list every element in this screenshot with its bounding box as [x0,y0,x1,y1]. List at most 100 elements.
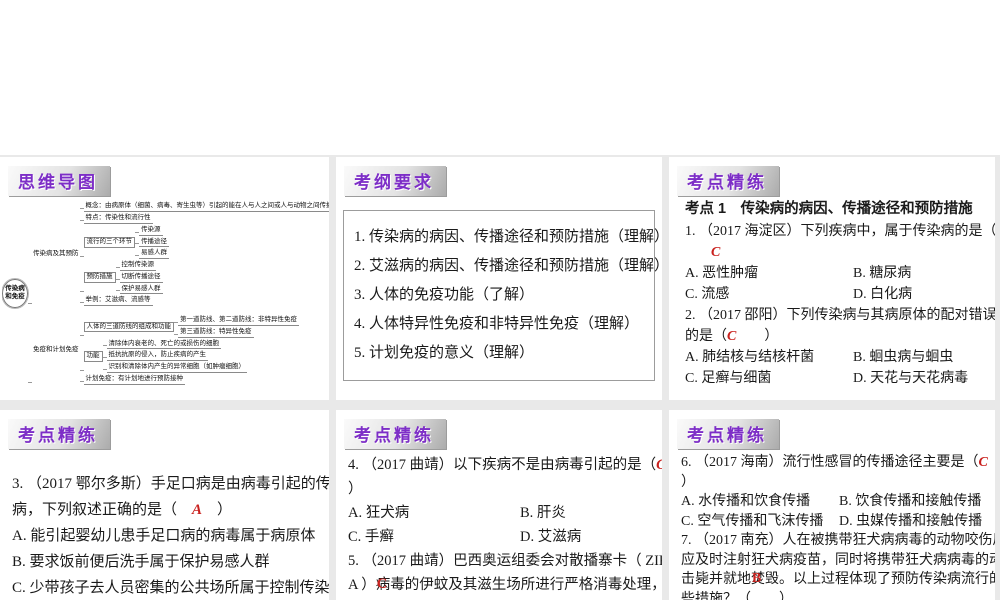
answer-overlap-q5: 病C [376,573,391,597]
question-6-pre: 6. （2017 海南）流行性感冒的传播途径主要是（ [681,455,979,470]
question-2-options-ab: A. 肺结核与结核杆菌 B. 蛔虫病与蛔虫 [685,347,989,368]
mindmap-subtree-prevention: 预防措施 控制传染源 切断传播途径 保护易感人群 [79,261,163,295]
answer-mark-q6: C [978,455,988,470]
syllabus-item-1: 1. 传染病的病因、传播途径和预防措施（理解） [354,229,662,245]
question-3-text-line2: 病，下列叙述正确的是（ A ） [12,497,323,523]
answer-overlap-q7: 焚B [751,570,765,590]
mindmap-node: 控制传染源 [115,261,156,271]
mindmap-node: 第三道防线：特异性免疫 [174,328,254,338]
question-5-pre: A ） [348,577,376,593]
question-7-post: 毁。以上过程体现了预防传染病流行的哪 [765,572,995,587]
answer-mark-q5: C [376,576,388,592]
question-5-text-line2: A ）病C毒的伊蚊及其滋生场所进行严格消毒处理，此措 [348,573,662,597]
question-2-pre: 的是（ [685,329,727,344]
panel-title-practice: 考点精练 [677,419,779,449]
question-6-options-cd: C. 空气传播和飞沫传播 D. 虫媒传播和接触传播 [681,512,989,532]
option-d: D. 虫媒传播和接触传播 [839,513,983,529]
question-6-text-line2: ） [681,474,695,490]
slides-preview-page: 思维导图 传染病和免疫 传染病及其预防 概念：由病原体（细菌、病毒、寄生虫等）引… [0,0,1000,600]
slide-panel-practice-2[interactable]: 考点精练 3. （2017 鄂尔多斯）手足口病是由病毒引起的传染 病，下列叙述正… [0,410,329,600]
option-a: A. 水传播和饮食传播 [681,494,811,509]
option-a: A. 肺结核与结核杆菌 [685,350,815,365]
mindmap-diagram: 传染病和免疫 传染病及其预防 概念：由病原体（细菌、病毒、寄生虫等）引起的能在人… [2,189,329,398]
mindmap-node-label: 传染病及其预防 [33,249,79,257]
question-4-text-line1: 4. （2017 曲靖）以下疾病不是由病毒引起的是（C [348,453,662,477]
syllabus-item-5: 5. 计划免疫的意义（理解） [354,345,535,361]
question-1-answer-line: C [685,242,989,263]
mindmap-node-prevention-label: 预防措施 [83,272,116,284]
option-a: A. 狂犬病 [348,505,410,521]
question-4-options-ab: A. 狂犬病 B. 肝炎 [348,501,656,525]
question-2-text-line2: 的是（C ） [685,326,989,347]
answer-mark-q1: C [711,245,721,260]
mindmap-node: 传播途径 [135,238,169,248]
answer-mark-q4: C [656,457,662,473]
question-4-text-line2: ） [348,481,363,497]
mindmap-node: 易感人群 [135,249,169,260]
mindmap-root-node: 传染病和免疫 [2,277,29,310]
question-3-text-line1: 3. （2017 鄂尔多斯）手足口病是由病毒引起的传染 [12,476,329,492]
answer-mark-q3: A [192,502,203,518]
question-7-text-line2: 应及时注射狂犬病疫苗，同时将携带狂犬病病毒的动物 [681,552,995,568]
slide-panel-practice-1[interactable]: 考点精练 考点 1 传染病的病因、传播途径和预防措施 1. （2017 海淀区）… [669,157,995,400]
syllabus-item-4: 4. 人体特异性免疫和非特异性免疫（理解） [354,316,640,332]
mindmap-node: 抵抗抗原的侵入，防止疾病的产生 [102,351,208,362]
mindmap-node-planned: 计划免疫：有计划地进行预防接种 [79,375,185,385]
panel-title-syllabus: 考纲要求 [344,166,446,196]
mindmap-node: 切断传播途径 [115,273,163,283]
option-b: B. 饮食传播和接触传播 [839,494,982,509]
mindmap-node: 第一道防线、第二道防线：非特异性免疫 [174,316,299,326]
panel-title-practice: 考点精练 [8,419,110,449]
answer-mark-q2: C [727,329,737,344]
option-b: B. 肝炎 [520,505,566,521]
question-7-pre: 击毙并就地 [681,572,751,587]
option-c: C. 足癣与细菌 [685,371,772,386]
mindmap-node-label: 免疫和计划免疫 [33,346,79,354]
question-7-text-line1: 7. （2017 南充）人在被携带狂犬病病毒的动物咬伤后， [681,533,995,548]
slide-panel-practice-4[interactable]: 考点精练 6. （2017 海南）流行性感冒的传播途径主要是（C ） A. 水传… [669,410,995,600]
option-b: B. 蛔虫病与蛔虫 [853,350,954,365]
option-a: A. 能引起婴幼儿患手足口病的病毒属于病原体 [12,528,316,544]
mindmap-node: 保护易感人群 [115,285,163,295]
question-2-post: ） [736,329,779,344]
mindmap-node-example: 举例：艾滋病、流感等 [79,296,153,307]
question-5-text-line1: 5. （2017 曲靖）巴西奥运组委会对散播寨卡（ ZIK [348,553,662,569]
mindmap-node-concept: 概念：由病原体（细菌、病毒、寄生虫等）引起的能在人与人之间或人与动物之间传播的疾… [79,202,329,213]
option-c: C. 少带孩子去人员密集的公共场所属于控制传染源 [12,580,329,596]
panel-title-practice: 考点精练 [677,166,779,196]
question-1-options-ab: A. 恶性肿瘤 B. 糖尿病 [685,263,989,284]
mindmap-branch-infectious: 传染病及其预防 概念：由病原体（细菌、病毒、寄生虫等）引起的能在人与人之间或人与… [28,202,329,307]
option-d: D. 白化病 [853,287,913,302]
mindmap-node: 识别和清除体内产生的异常细胞（如肿瘤细胞） [102,363,247,373]
question-6-options-ab: A. 水传播和饮食传播 B. 饮食传播和接触传播 [681,492,989,512]
option-c: C. 手癣 [348,529,394,545]
option-b: B. 要求饭前便后洗手属于保护易感人群 [12,554,270,570]
mindmap-node-defense-label: 人体的三道防线的组成和功能 [83,321,174,333]
question-2-text-line1: 2. （2017 邵阳）下列传染病与其病原体的配对错误 [685,308,995,323]
mindmap-node-function-label: 功能 [83,350,103,362]
syllabus-item-3: 3. 人体的免疫功能（了解） [354,287,535,303]
slide-panel-practice-3[interactable]: 考点精练 4. （2017 曲靖）以下疾病不是由病毒引起的是（C ） A. 狂犬… [336,410,662,600]
mindmap-node: 清除体内衰老的、死亡的或损伤的细胞 [102,340,221,350]
option-c: C. 空气传播和飞沫传播 [681,513,824,529]
question-6-text-line1: 6. （2017 海南）流行性感冒的传播途径主要是（C [681,453,989,473]
question-7-text-line3: 击毙并就地焚 B 毁。以上过程体现了预防传染病流行的哪 [681,570,995,590]
option-a: A. 恶性肿瘤 [685,266,759,281]
option-c: C. 流感 [685,287,730,302]
question-3-pre: 病，下列叙述正确的是（ [12,502,193,518]
syllabus-box: 1. 传染病的病因、传播途径和预防措施（理解） 2. 艾滋病的病因、传播途径和预… [343,210,662,381]
mindmap-node-links-label: 流行的三个环节 [83,237,135,248]
panel-title-practice: 考点精练 [344,419,446,449]
question-1-options-cd: C. 流感 D. 白化病 [685,284,989,305]
mindmap-subtree-function: 功能 清除体内衰老的、死亡的或损伤的细胞 抵抗抗原的侵入，防止疾病的产生 识别和… [79,340,247,373]
syllabus-item-2: 2. 艾滋病的病因、传播途径和预防措施（理解） [354,258,662,274]
mindmap-node-feature: 特点：传染性和流行性 [79,214,153,224]
question-4-pre: 4. （2017 曲靖）以下疾病不是由病毒引起的是（ [348,457,657,473]
slide-panel-mindmap[interactable]: 思维导图 传染病和免疫 传染病及其预防 概念：由病原体（细菌、病毒、寄生虫等）引… [0,157,329,400]
answer-mark-q7: B [752,571,762,586]
mindmap-node: 传染源 [135,226,163,236]
mindmap-branch-immunity: 免疫和计划免疫 人体的三道防线的组成和功能 第一道防线、第二道防线：非特异性免疫… [28,316,299,385]
slide-panel-syllabus[interactable]: 考纲要求 1. 传染病的病因、传播途径和预防措施（理解） 2. 艾滋病的病因、传… [336,157,662,400]
question-7-text-line4: 些措施？（ ） [681,591,793,600]
mindmap-subtree-defense: 人体的三道防线的组成和功能 第一道防线、第二道防线：非特异性免疫 第三道防线：特… [79,316,299,338]
